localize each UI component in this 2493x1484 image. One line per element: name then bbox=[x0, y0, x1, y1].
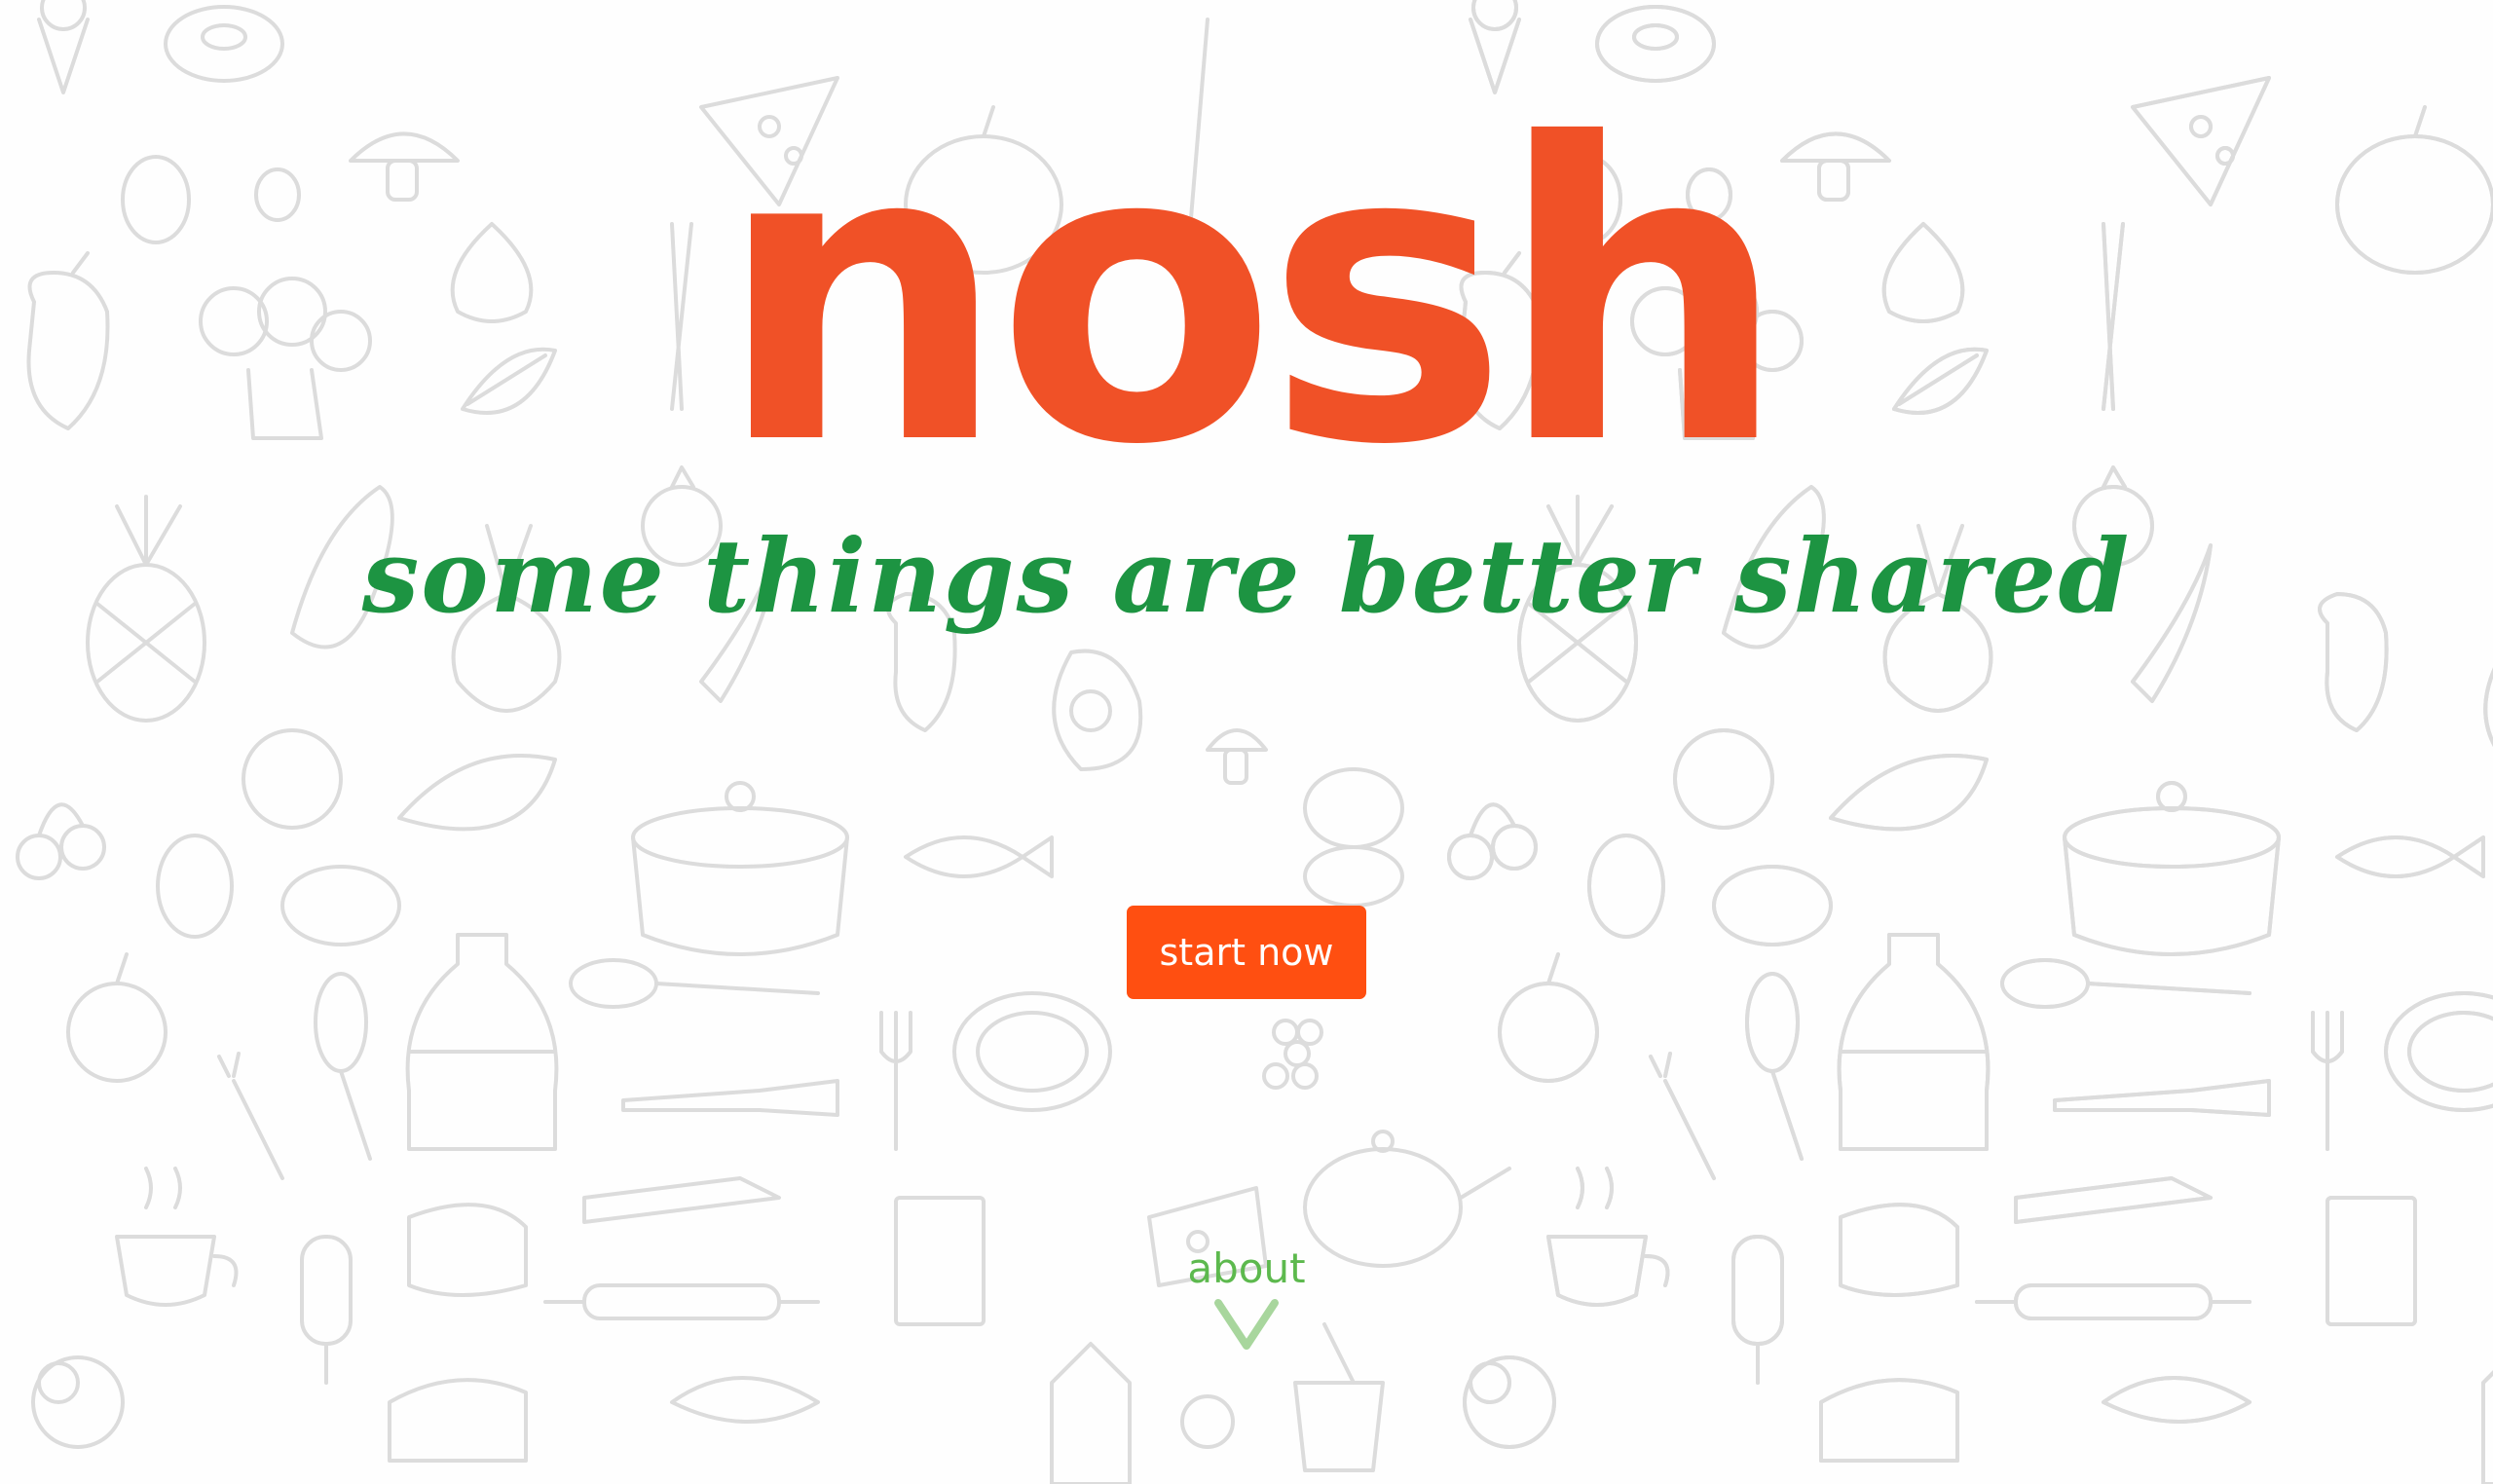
about-link[interactable]: about bbox=[1149, 1248, 1344, 1357]
brand-logo: nosh bbox=[716, 58, 1789, 535]
start-now-button[interactable]: start now bbox=[1127, 906, 1366, 999]
landing-page: nosh some things are better shared start… bbox=[0, 0, 2493, 1484]
brand-tagline: some things are better shared bbox=[361, 516, 2132, 636]
about-label: about bbox=[1187, 1244, 1306, 1292]
chevron-down-icon bbox=[1214, 1299, 1279, 1350]
